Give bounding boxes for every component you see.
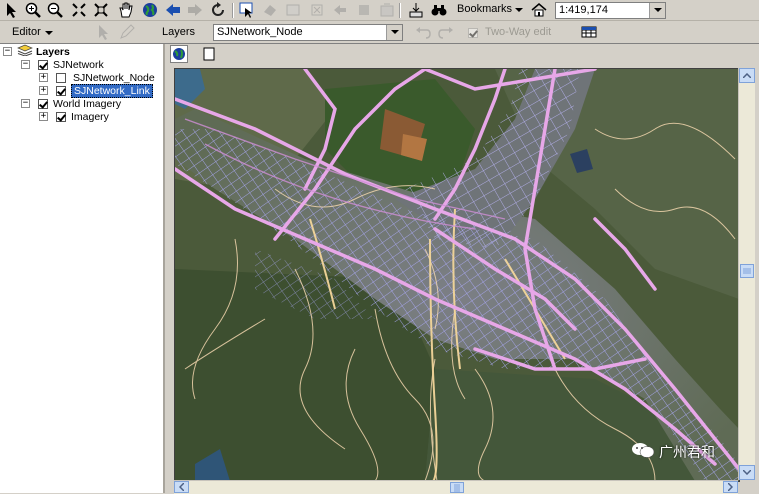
toc-layer-imagery[interactable]: + Imagery	[39, 110, 109, 123]
forward-arrow-icon[interactable]	[186, 1, 204, 19]
map-scale-value: 1:419,174	[559, 4, 608, 16]
group-world-imagery-label: World Imagery	[53, 97, 122, 110]
horizontal-scroll-thumb[interactable]	[450, 482, 464, 493]
scroll-up-button[interactable]	[739, 68, 755, 83]
toc-root-label: Layers	[36, 45, 70, 58]
horizontal-scrollbar[interactable]	[174, 480, 738, 494]
add-data-icon[interactable]	[378, 1, 396, 19]
layout-view-page-icon[interactable]	[200, 45, 218, 63]
watermark-text: 广州君和	[659, 445, 715, 461]
vertical-scrollbar[interactable]	[738, 68, 755, 480]
scroll-left-button[interactable]	[174, 481, 189, 493]
hyperlink-icon[interactable]	[308, 1, 326, 19]
edit-tool-icon[interactable]	[94, 23, 112, 41]
redo-icon[interactable]	[437, 23, 455, 41]
undo-icon[interactable]	[414, 23, 432, 41]
chevron-down-icon[interactable]	[514, 1, 524, 19]
measure-icon[interactable]	[284, 1, 302, 19]
map-window: 广州君和	[166, 44, 759, 494]
editor-menu[interactable]: Editor	[12, 23, 41, 41]
chevron-down-icon[interactable]	[44, 24, 54, 42]
layer-select-value: SJNetwork_Node	[217, 26, 303, 38]
attribute-table-icon[interactable]	[580, 23, 598, 41]
layer-node-checkbox[interactable]	[56, 72, 66, 83]
expand-icon[interactable]: +	[39, 86, 48, 95]
zoom-in-icon[interactable]	[24, 1, 42, 19]
group-world-imagery-checkbox[interactable]	[38, 98, 48, 109]
identify-icon[interactable]	[238, 1, 256, 19]
table-of-contents: − Layers − SJNetwork + SJNetwork_Node + …	[0, 44, 165, 493]
layer-node-label: SJNetwork_Node	[73, 71, 155, 84]
layer-imagery-checkbox[interactable]	[56, 111, 66, 122]
vertical-scroll-thumb[interactable]	[740, 264, 754, 278]
map-view-tabs	[166, 44, 759, 66]
layer-link-label: SJNetwork_Link	[71, 83, 153, 98]
fixed-zoom-in-icon[interactable]	[70, 1, 88, 19]
toc-group-world-imagery[interactable]: − World Imagery	[21, 97, 121, 110]
select-arrow-icon[interactable]	[2, 1, 20, 19]
scroll-right-button[interactable]	[723, 481, 738, 493]
zoom-out-icon[interactable]	[46, 1, 64, 19]
toc-group-sjnetwork[interactable]: − SJNetwork	[21, 58, 104, 71]
bookmarks-menu[interactable]: Bookmarks	[457, 0, 512, 18]
toc-layer-node[interactable]: + SJNetwork_Node	[39, 71, 155, 84]
layers-stack-icon	[17, 44, 33, 59]
data-view-globe-icon[interactable]	[170, 45, 188, 63]
fixed-zoom-out-icon[interactable]	[92, 1, 110, 19]
layer-link-checkbox[interactable]	[56, 85, 66, 96]
pan-hand-icon[interactable]	[117, 1, 135, 19]
toc-root[interactable]: − Layers	[3, 44, 70, 59]
expand-icon[interactable]: +	[39, 112, 48, 121]
group-sjnetwork-checkbox[interactable]	[38, 59, 48, 70]
satellite-imagery	[175, 69, 739, 481]
back-arrow-icon[interactable]	[164, 1, 182, 19]
expand-icon[interactable]: +	[39, 73, 48, 82]
two-way-checkbox[interactable]	[466, 24, 479, 42]
collapse-icon[interactable]: −	[21, 60, 30, 69]
chevron-down-icon[interactable]	[386, 25, 402, 40]
watermark: 广州君和	[631, 441, 715, 463]
toc-layer-link[interactable]: + SJNetwork_Link	[39, 83, 153, 98]
time-slider-icon[interactable]	[355, 1, 373, 19]
chevron-down-icon[interactable]	[649, 3, 665, 18]
standard-toolbar: Bookmarks 1:419,174	[0, 0, 759, 21]
map-scale-combo[interactable]: 1:419,174	[555, 2, 666, 19]
editor-toolbar: Editor Layers SJNetwork_Node Two-Way edi…	[0, 21, 759, 44]
collapse-icon[interactable]: −	[21, 99, 30, 108]
scroll-down-button[interactable]	[739, 465, 755, 480]
group-sjnetwork-label: SJNetwork	[53, 58, 104, 71]
collapse-icon[interactable]: −	[3, 47, 12, 56]
layers-label: Layers	[162, 26, 196, 38]
map-canvas[interactable]: 广州君和	[174, 68, 740, 482]
layer-imagery-label: Imagery	[71, 110, 109, 123]
home-icon[interactable]	[530, 1, 548, 19]
layer-select[interactable]: SJNetwork_Node	[213, 24, 403, 41]
sketch-pencil-icon[interactable]	[118, 23, 136, 41]
two-way-edit-label: Two-Way edit	[485, 26, 552, 38]
html-popup-icon[interactable]	[331, 1, 349, 19]
binoculars-icon[interactable]	[430, 1, 448, 19]
full-extent-globe-icon[interactable]	[141, 1, 159, 19]
layout-icon[interactable]	[407, 1, 425, 19]
refresh-icon[interactable]	[209, 1, 227, 19]
find-icon[interactable]	[261, 1, 279, 19]
wechat-icon	[631, 441, 655, 463]
